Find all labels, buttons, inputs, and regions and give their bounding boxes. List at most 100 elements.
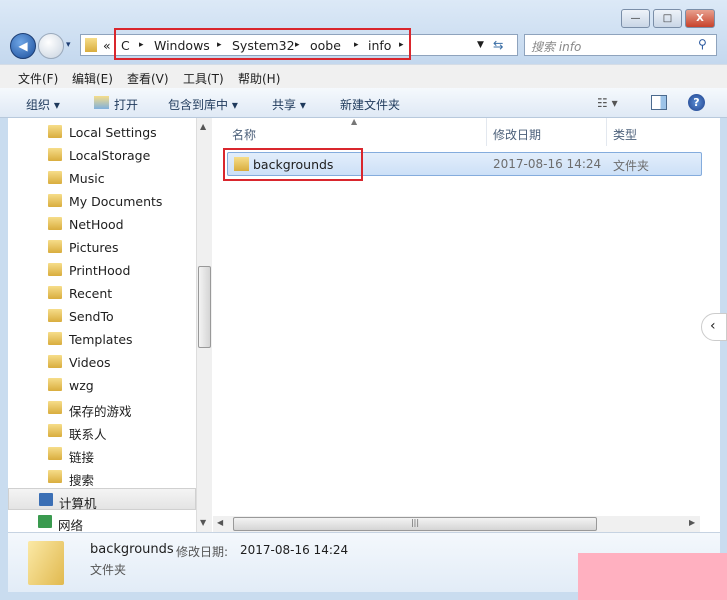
menu-edit[interactable]: 编辑(E) xyxy=(72,70,113,87)
sort-arrow-icon: ▲ xyxy=(351,117,358,126)
sidebar-item-network[interactable]: 网络 xyxy=(8,511,196,533)
sidebar-item-label: PrintHood xyxy=(69,263,131,278)
menu-view[interactable]: 查看(V) xyxy=(127,70,169,87)
sidebar-item[interactable]: SendTo xyxy=(8,305,196,327)
scroll-up-icon[interactable]: ▲ xyxy=(200,122,206,131)
menu-help[interactable]: 帮助(H) xyxy=(238,70,280,87)
recent-pages-dropdown[interactable]: ▾ xyxy=(66,40,71,50)
details-name: backgrounds xyxy=(90,542,174,557)
column-name[interactable]: 名称 xyxy=(232,126,256,143)
new-folder-button[interactable]: 新建文件夹 xyxy=(340,96,400,113)
folder-icon xyxy=(48,286,62,299)
folder-icon xyxy=(48,424,62,437)
highlight-box xyxy=(223,148,363,181)
sidebar-item[interactable]: Templates xyxy=(8,328,196,350)
computer-icon xyxy=(39,493,53,506)
file-type: 文件夹 xyxy=(613,159,650,173)
folder-icon xyxy=(48,378,62,391)
folder-icon xyxy=(48,171,62,184)
sidebar-item[interactable]: Recent xyxy=(8,282,196,304)
column-modified[interactable]: 修改日期 xyxy=(493,126,541,143)
folder-icon xyxy=(48,240,62,253)
scroll-down-icon[interactable]: ▼ xyxy=(200,518,206,527)
share-button[interactable]: 共享 ▾ xyxy=(272,96,306,113)
folder-icon xyxy=(48,217,62,230)
menu-bar: 文件(F) 编辑(E) 查看(V) 工具(T) 帮助(H) xyxy=(0,64,727,88)
scroll-right-icon[interactable]: ▶ xyxy=(689,518,695,527)
watermark xyxy=(578,553,727,600)
folder-icon xyxy=(28,541,64,585)
column-type[interactable]: 类型 xyxy=(613,126,637,143)
horizontal-scrollbar[interactable]: ||| ◀ ▶ xyxy=(213,516,700,532)
sidebar-item[interactable]: Videos xyxy=(8,351,196,373)
sidebar-item-label: Music xyxy=(69,171,105,186)
breadcrumb-overflow[interactable]: « xyxy=(103,38,111,53)
preview-pane-icon[interactable] xyxy=(651,95,667,110)
sidebar-item-label: Templates xyxy=(69,332,133,347)
organize-button[interactable]: 组织 ▾ xyxy=(26,96,60,113)
maximize-button[interactable]: □ xyxy=(653,9,682,28)
folder-icon xyxy=(48,470,62,483)
sidebar-scrollbar[interactable]: ▲ ▼ xyxy=(196,118,212,532)
include-in-library-button[interactable]: 包含到库中 ▾ xyxy=(168,96,238,113)
sidebar-item-label: Recent xyxy=(69,286,113,301)
sidebar-item[interactable]: 链接 xyxy=(8,443,196,465)
folder-icon xyxy=(48,332,62,345)
sidebar-item-label: LocalStorage xyxy=(69,148,151,163)
sidebar-item-label: Pictures xyxy=(69,240,119,255)
sidebar-item[interactable]: Pictures xyxy=(8,236,196,258)
search-icon[interactable]: ⚲ xyxy=(698,37,707,51)
folder-icon xyxy=(48,447,62,460)
details-type: 文件夹 xyxy=(90,563,127,577)
sidebar-item[interactable]: NetHood xyxy=(8,213,196,235)
sidebar-item-computer[interactable]: 计算机 xyxy=(8,488,196,511)
search-input[interactable]: 搜索 info xyxy=(524,34,717,56)
sidebar-item[interactable]: PrintHood xyxy=(8,259,196,281)
sidebar-item[interactable]: 联系人 xyxy=(8,420,196,442)
back-button[interactable]: ◀ xyxy=(10,33,36,59)
sidebar-item[interactable]: My Documents xyxy=(8,190,196,212)
folder-icon xyxy=(48,401,62,414)
sidebar-item-label: 搜索 xyxy=(69,473,95,488)
command-bar: 组织 ▾ 打开 包含到库中 ▾ 共享 ▾ 新建文件夹 ☷ ▾ ? xyxy=(0,88,727,118)
menu-file[interactable]: 文件(F) xyxy=(18,70,58,87)
folder-icon xyxy=(85,38,97,52)
open-icon xyxy=(94,96,109,109)
sidebar-item[interactable]: 搜索 xyxy=(8,466,196,488)
open-button[interactable]: 打开 xyxy=(114,96,138,113)
collapse-panel-icon[interactable]: ‹ xyxy=(701,313,727,341)
sidebar-item[interactable]: Local Settings xyxy=(8,121,196,143)
sidebar-item-label: 链接 xyxy=(69,450,95,465)
folder-icon xyxy=(48,194,62,207)
address-dropdown-icon[interactable]: ▼ xyxy=(477,40,484,50)
folder-icon xyxy=(48,263,62,276)
scrollbar-thumb[interactable]: ||| xyxy=(233,517,597,531)
file-modified: 2017-08-16 14:24 xyxy=(493,157,602,171)
menu-tools[interactable]: 工具(T) xyxy=(183,70,224,87)
help-icon[interactable]: ? xyxy=(688,94,705,111)
sidebar-item-label: NetHood xyxy=(69,217,124,232)
navigation-pane: Local Settings LocalStorage Music My Docume… xyxy=(8,118,196,533)
sidebar-item-label: My Documents xyxy=(69,194,163,209)
scroll-left-icon[interactable]: ◀ xyxy=(217,518,223,527)
folder-icon xyxy=(48,148,62,161)
folder-icon xyxy=(48,125,62,138)
sidebar-item[interactable]: 保存的游戏 xyxy=(8,397,196,419)
close-button[interactable]: X xyxy=(685,9,715,28)
sidebar-item-label: wzg xyxy=(69,378,94,393)
sidebar-item-label: Local Settings xyxy=(69,125,157,140)
scrollbar-thumb[interactable] xyxy=(198,266,211,348)
sidebar-item[interactable]: LocalStorage xyxy=(8,144,196,166)
refresh-icon[interactable]: ⇆ xyxy=(493,37,503,52)
sidebar-item-label: SendTo xyxy=(69,309,114,324)
network-icon xyxy=(38,515,52,528)
sidebar-item[interactable]: Music xyxy=(8,167,196,189)
sidebar-item-label: 计算机 xyxy=(59,496,97,511)
sidebar-item[interactable]: wzg xyxy=(8,374,196,396)
forward-button[interactable] xyxy=(38,33,64,59)
view-options-icon[interactable]: ☷ ▾ xyxy=(597,96,618,110)
folder-icon xyxy=(48,309,62,322)
minimize-button[interactable]: — xyxy=(621,9,650,28)
sidebar-item-label: Videos xyxy=(69,355,111,370)
highlight-box xyxy=(114,28,411,60)
